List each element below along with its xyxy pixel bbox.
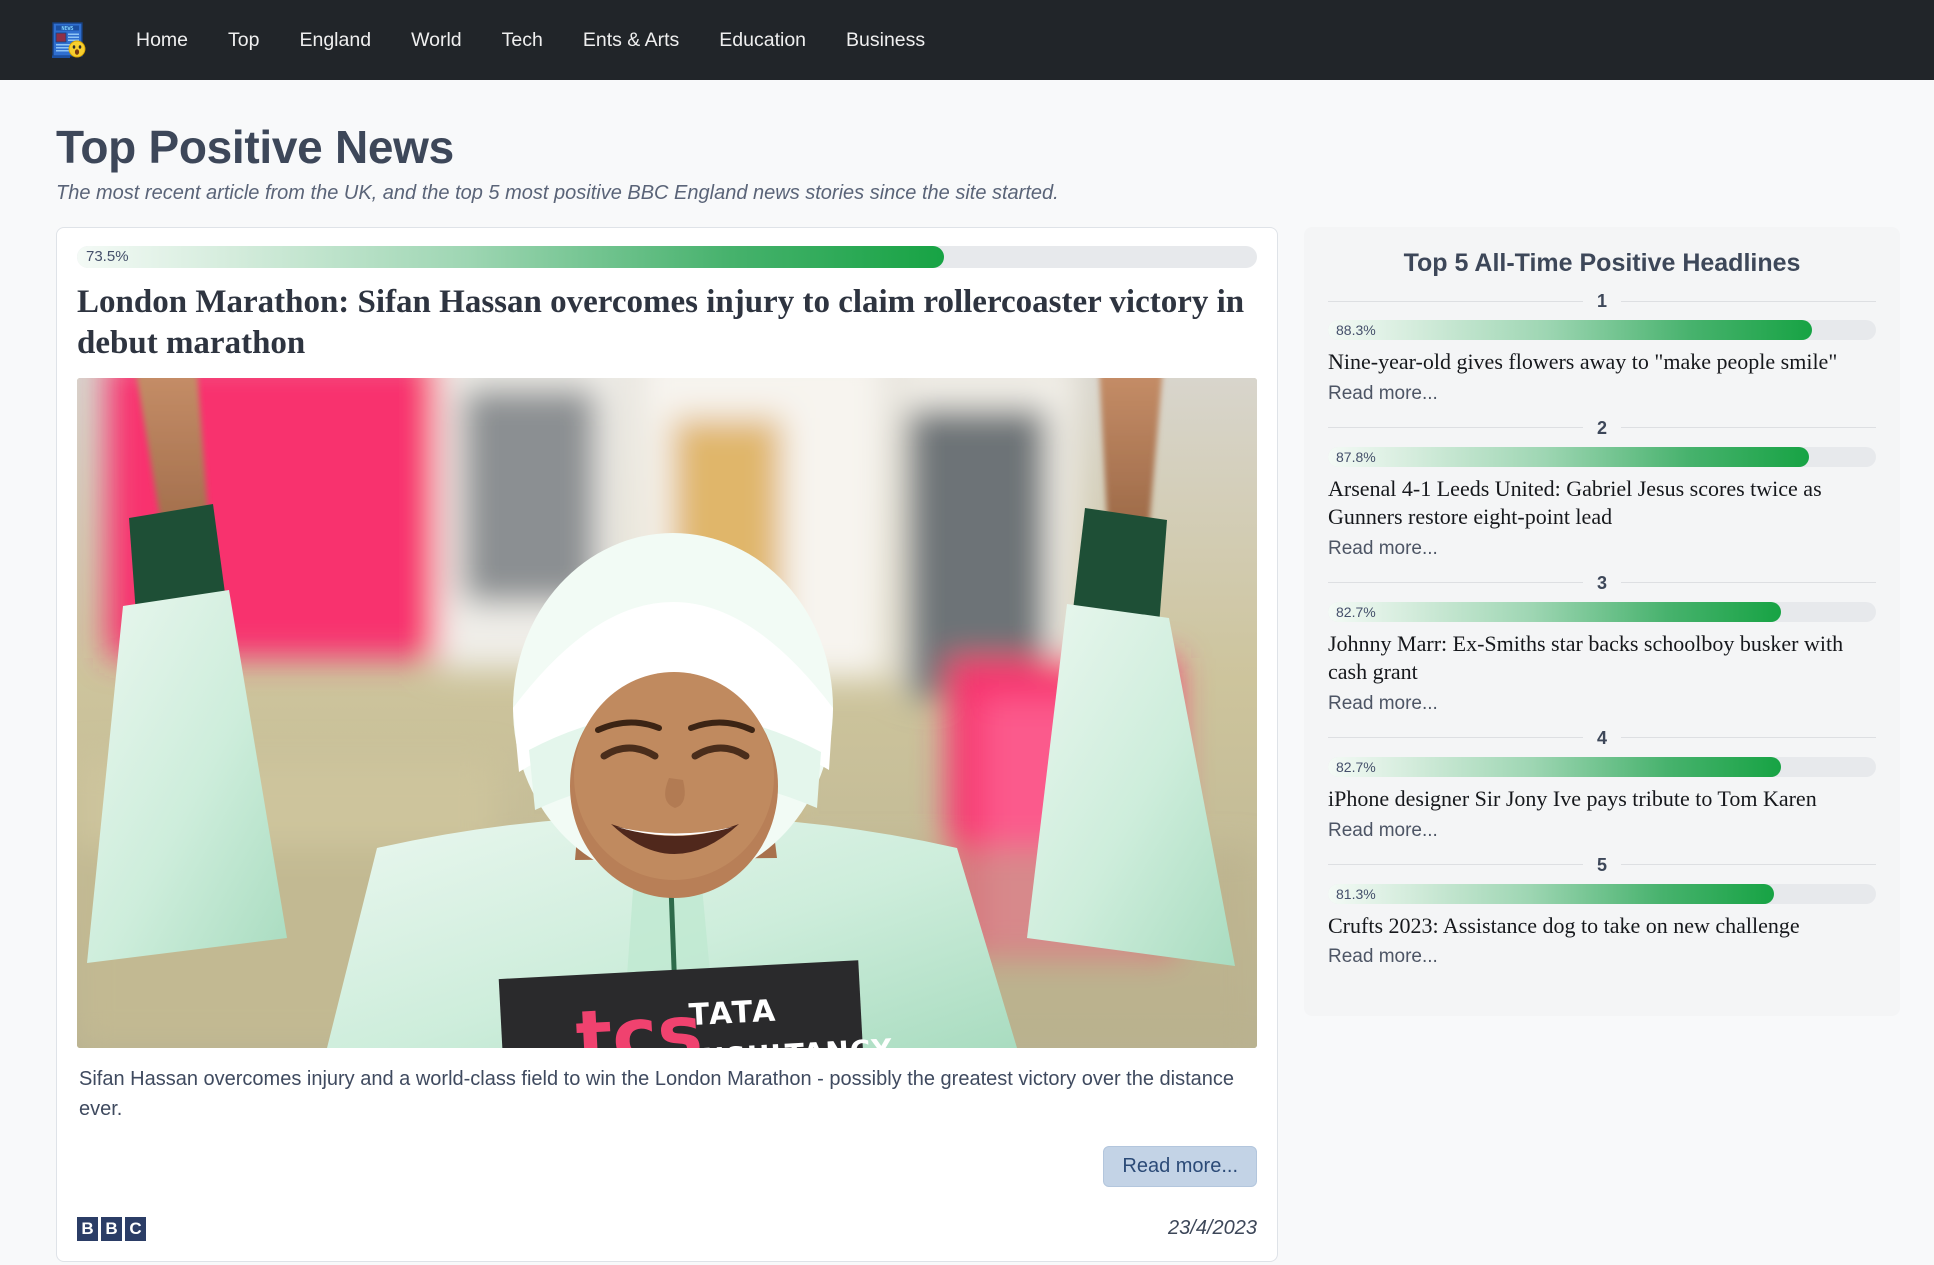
rank-number: 2 (1597, 417, 1608, 438)
nav-item-education[interactable]: Education (699, 21, 826, 60)
featured-positivity-bar: 73.5% (77, 246, 1257, 268)
sidebar-column: Top 5 All-Time Positive Headlines 1 88.3… (1304, 227, 1900, 1017)
featured-article-card: 73.5% London Marathon: Sifan Hassan over… (56, 227, 1278, 1262)
positivity-fill (1328, 756, 1782, 777)
positivity-fill (1328, 883, 1774, 904)
featured-summary: Sifan Hassan overcomes injury and a worl… (79, 1067, 1235, 1120)
rank-rule-right (1621, 427, 1877, 429)
page-title: Top Positive News (56, 121, 454, 173)
bbc-letter-2: B (101, 1216, 122, 1241)
sidebar-headline[interactable]: Arsenal 4-1 Leeds United: Gabriel Jesus … (1328, 475, 1876, 532)
rank-rule-right (1621, 864, 1877, 866)
featured-read-more-button[interactable]: Read more... (1103, 1145, 1257, 1187)
rank-number: 5 (1597, 854, 1608, 875)
sidebar-headline[interactable]: Crufts 2023: Assistance dog to take on n… (1328, 912, 1876, 941)
rank-separator-1: 1 (1328, 291, 1877, 311)
featured-positivity-label: 73.5% (86, 248, 129, 265)
rank-separator-5: 5 (1328, 854, 1877, 875)
rank-number: 1 (1597, 291, 1608, 311)
positivity-label: 82.7% (1336, 603, 1376, 620)
sidebar-read-more-link[interactable]: Read more... (1328, 383, 1876, 405)
svg-text:tcs: tcs (574, 987, 705, 1047)
sidebar-headline[interactable]: iPhone designer Sir Jony Ive pays tribut… (1328, 785, 1876, 814)
svg-text:NEWS: NEWS (61, 26, 73, 32)
bbc-letter-1: B (77, 1216, 98, 1241)
bbc-letter-3: C (125, 1216, 146, 1241)
rank-rule-left (1328, 300, 1583, 302)
nav-item-ents-arts[interactable]: Ents & Arts (563, 21, 699, 60)
nav-item-england[interactable]: England (279, 21, 391, 60)
sidebar-headline[interactable]: Johnny Marr: Ex-Smiths star backs school… (1328, 630, 1876, 687)
list-item: 2 87.8% Arsenal 4-1 Leeds United: Gabrie… (1328, 417, 1877, 560)
page-header: Top Positive News The most recent articl… (0, 80, 1934, 205)
featured-image[interactable]: tcs TATA CONSULTANCY (77, 377, 1257, 1048)
featured-actions: Read more... (77, 1145, 1257, 1187)
positivity-bar: 88.3% (1328, 320, 1876, 340)
rank-separator-3: 3 (1328, 572, 1877, 593)
featured-positivity-fill (77, 246, 945, 268)
positivity-label: 82.7% (1336, 758, 1376, 775)
nav-item-tech[interactable]: Tech (482, 21, 563, 60)
nav-item-world[interactable]: World (391, 21, 482, 60)
top5-panel: Top 5 All-Time Positive Headlines 1 88.3… (1304, 227, 1900, 1017)
top-navbar: NEWS Home Top England World Tech Ents & … (0, 0, 1934, 80)
sidebar-headline[interactable]: Nine-year-old gives flowers away to "mak… (1328, 348, 1876, 377)
nav-item-top[interactable]: Top (208, 21, 279, 60)
rank-rule-left (1328, 737, 1583, 739)
list-item: 4 82.7% iPhone designer Sir Jony Ive pay… (1328, 727, 1877, 842)
rank-rule-right (1621, 582, 1877, 584)
rank-separator-2: 2 (1328, 417, 1877, 438)
nav-item-business[interactable]: Business (826, 21, 945, 60)
featured-headline[interactable]: London Marathon: Sifan Hassan overcomes … (77, 282, 1257, 364)
positivity-bar: 82.7% (1328, 601, 1876, 622)
sidebar-read-more-link[interactable]: Read more... (1328, 538, 1876, 560)
featured-date: 23/4/2023 (1168, 1217, 1257, 1240)
rank-rule-left (1328, 582, 1583, 584)
rank-separator-4: 4 (1328, 727, 1877, 748)
content-area: 73.5% London Marathon: Sifan Hassan over… (0, 205, 1934, 1262)
positivity-bar: 82.7% (1328, 756, 1876, 777)
rank-rule-right (1621, 300, 1877, 302)
positivity-bar: 87.8% (1328, 446, 1876, 467)
sidebar-read-more-link[interactable]: Read more... (1328, 820, 1876, 842)
rank-number: 3 (1597, 572, 1608, 593)
rank-rule-left (1328, 864, 1583, 866)
rank-rule-left (1328, 427, 1583, 429)
list-item: 3 82.7% Johnny Marr: Ex-Smiths star back… (1328, 572, 1877, 715)
rank-rule-right (1621, 737, 1877, 739)
rank-number: 4 (1597, 727, 1608, 748)
sidebar-read-more-link[interactable]: Read more... (1328, 693, 1876, 715)
list-item: 1 88.3% Nine-year-old gives flowers away… (1328, 291, 1877, 405)
newspaper-emoji-logo-icon: NEWS (50, 18, 88, 62)
svg-text:TATA: TATA (688, 993, 778, 1033)
sidebar-read-more-link[interactable]: Read more... (1328, 946, 1876, 968)
positivity-label: 87.8% (1336, 448, 1376, 465)
positivity-fill (1328, 446, 1810, 467)
nav-item-home[interactable]: Home (116, 21, 208, 60)
featured-card-footer: B B C 23/4/2023 (77, 1216, 1257, 1241)
positivity-label: 81.3% (1336, 885, 1376, 902)
positivity-fill (1328, 601, 1782, 622)
list-item: 5 81.3% Crufts 2023: Assistance dog to t… (1328, 854, 1877, 969)
top5-panel-title: Top 5 All-Time Positive Headlines (1403, 249, 1801, 277)
positivity-label: 88.3% (1336, 322, 1376, 338)
brand-logo-link[interactable]: NEWS (50, 18, 88, 62)
nav-links: Home Top England World Tech Ents & Arts … (116, 21, 945, 60)
page-subtitle: The most recent article from the UK, and… (56, 182, 1059, 204)
featured-column: 73.5% London Marathon: Sifan Hassan over… (56, 227, 1278, 1262)
positivity-fill (1328, 320, 1812, 340)
bbc-logo-icon: B B C (77, 1216, 146, 1241)
positivity-bar: 81.3% (1328, 883, 1876, 904)
